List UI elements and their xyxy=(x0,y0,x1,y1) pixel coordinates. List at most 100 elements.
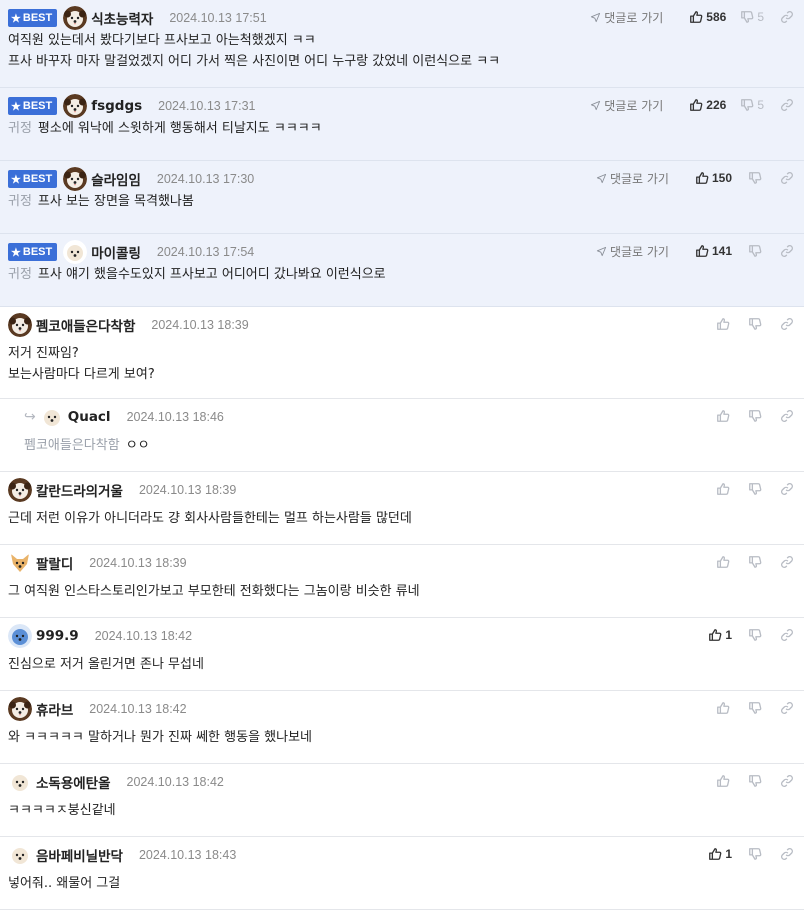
upvote-button[interactable]: 150 xyxy=(695,171,732,185)
downvote-button[interactable] xyxy=(746,409,764,423)
comment-header: ★ BEST 식초능력자 2024.10.13 17:51 xyxy=(8,6,267,30)
upvote-button[interactable] xyxy=(714,555,732,569)
reply-target-name[interactable]: 귀정 xyxy=(8,267,32,282)
comment-text-line: 보는사람마다 다르게 보여? xyxy=(8,364,155,385)
avatar[interactable] xyxy=(8,551,36,575)
avatar[interactable] xyxy=(8,770,36,794)
downvote-button[interactable] xyxy=(746,701,764,715)
thumbs-down-icon xyxy=(748,555,762,569)
link-icon xyxy=(780,774,794,788)
avatar[interactable] xyxy=(63,94,91,118)
reply-target-name[interactable]: 펨코애들은다착함 xyxy=(24,438,120,453)
goto-comment-link[interactable]: 댓글로 가기 xyxy=(590,9,663,26)
downvote-button[interactable] xyxy=(746,774,764,788)
share-link-button[interactable] xyxy=(778,628,796,642)
author-nickname[interactable]: 팔랄디 xyxy=(36,553,73,573)
thumbs-up-icon xyxy=(689,10,703,24)
link-icon xyxy=(780,555,794,569)
upvote-button[interactable] xyxy=(714,317,732,331)
author-nickname[interactable]: 휴라브 xyxy=(36,699,73,719)
comment-actions: 댓글로 가기 586 5 xyxy=(590,8,796,26)
avatar[interactable] xyxy=(8,697,36,721)
thumbs-down-icon xyxy=(748,409,762,423)
upvote-button[interactable]: 226 xyxy=(689,98,726,112)
goto-comment-link[interactable]: 댓글로 가기 xyxy=(596,170,669,187)
author-nickname[interactable]: 소독용에탄올 xyxy=(36,772,111,792)
upvote-button[interactable]: 1 xyxy=(708,847,732,861)
upvote-button[interactable]: 586 xyxy=(689,10,726,24)
avatar[interactable] xyxy=(8,843,36,867)
downvote-button[interactable]: 5 xyxy=(740,10,764,24)
avatar[interactable] xyxy=(8,624,36,648)
author-nickname[interactable]: 식초능력자 xyxy=(91,8,153,28)
comment-text-line: 와 ㅋㅋㅋㅋㅋ 말하거나 뭔가 진짜 쎄한 행동을 했나보네 xyxy=(8,727,312,748)
goto-comment-link[interactable]: 댓글로 가기 xyxy=(596,243,669,260)
avatar[interactable] xyxy=(63,240,91,264)
star-icon: ★ xyxy=(11,12,21,25)
thumbs-up-icon xyxy=(716,482,730,496)
link-icon xyxy=(780,482,794,496)
author-nickname[interactable]: 999.9 xyxy=(36,628,79,644)
author-nickname[interactable]: 마이콜링 xyxy=(91,242,141,262)
share-link-button[interactable] xyxy=(778,10,796,24)
thumbs-down-icon xyxy=(748,774,762,788)
best-badge-label: BEST xyxy=(22,12,53,24)
downvote-button[interactable]: 5 xyxy=(740,98,764,112)
comment-body: 귀정 평소에 워낙에 스윗하게 행동해서 티날지도 ㅋㅋㅋㅋ xyxy=(8,118,322,139)
comment-item: 음바페비닐반닥 2024.10.13 18:43 1 넣어줘.. 왜물어 그걸 xyxy=(0,837,804,910)
share-link-button[interactable] xyxy=(778,244,796,258)
comment-date: 2024.10.13 18:42 xyxy=(94,629,193,643)
upvote-button[interactable] xyxy=(714,701,732,715)
thumbs-up-icon xyxy=(716,317,730,331)
reply-target-name[interactable]: 귀정 xyxy=(8,121,32,136)
best-badge: ★ BEST xyxy=(8,9,58,27)
upvote-button[interactable]: 1 xyxy=(708,628,732,642)
downvote-button[interactable] xyxy=(746,847,764,861)
navigation-arrow-icon xyxy=(590,100,601,111)
author-nickname[interactable]: 음바페비닐반닥 xyxy=(36,845,123,865)
thumbs-up-icon xyxy=(716,555,730,569)
comment-text: 보는사람마다 다르게 보여? xyxy=(8,367,155,382)
reply-target-name[interactable]: 귀정 xyxy=(8,194,32,209)
upvote-button[interactable]: 141 xyxy=(695,244,732,258)
share-link-button[interactable] xyxy=(778,171,796,185)
avatar[interactable] xyxy=(8,313,36,337)
share-link-button[interactable] xyxy=(778,701,796,715)
downvote-button[interactable] xyxy=(746,628,764,642)
downvote-button[interactable] xyxy=(746,244,764,258)
author-nickname[interactable]: Quacl xyxy=(68,409,111,425)
author-nickname[interactable]: 슬라임임 xyxy=(91,169,141,189)
comment-date: 2024.10.13 18:42 xyxy=(89,702,187,716)
share-link-button[interactable] xyxy=(778,409,796,423)
comment-actions: 댓글로 가기 226 5 xyxy=(590,96,796,114)
downvote-button[interactable] xyxy=(746,317,764,331)
avatar[interactable] xyxy=(63,6,91,30)
downvote-button[interactable] xyxy=(746,555,764,569)
comment-date: 2024.10.13 18:39 xyxy=(138,483,237,497)
share-link-button[interactable] xyxy=(778,317,796,331)
author-nickname[interactable]: fsgdgs xyxy=(91,98,142,114)
upvote-button[interactable] xyxy=(714,482,732,496)
downvote-button[interactable] xyxy=(746,171,764,185)
upvote-button[interactable] xyxy=(714,774,732,788)
avatar[interactable] xyxy=(8,478,36,502)
goto-comment-link[interactable]: 댓글로 가기 xyxy=(590,97,663,114)
avatar[interactable] xyxy=(39,405,68,429)
author-nickname[interactable]: 칼란드라의거울 xyxy=(36,480,123,500)
share-link-button[interactable] xyxy=(778,98,796,112)
comment-item: 소독용에탄올 2024.10.13 18:42 ㅋㅋㅋㅋㅈ붕신같네 xyxy=(0,764,804,837)
avatar[interactable] xyxy=(63,167,91,191)
share-link-button[interactable] xyxy=(778,482,796,496)
comment-actions: 댓글로 가기 150 xyxy=(596,169,796,187)
comment-text-line: 근데 저런 이유가 아니더라도 걍 회사사람들한테는 멀프 하는사람들 많던데 xyxy=(8,508,412,529)
author-nickname[interactable]: 펨코애들은다착함 xyxy=(36,315,135,335)
upvote-button[interactable] xyxy=(714,409,732,423)
share-link-button[interactable] xyxy=(778,774,796,788)
share-link-button[interactable] xyxy=(778,555,796,569)
thumbs-up-icon xyxy=(716,701,730,715)
comment-body: 펨코애들은다착함 ㅇㅇ xyxy=(24,435,150,456)
downvote-button[interactable] xyxy=(746,482,764,496)
share-link-button[interactable] xyxy=(778,847,796,861)
comment-text-line: 그 여직원 인스타스토리인가보고 부모한테 전화했다는 그놈이랑 비슷한 류네 xyxy=(8,581,420,602)
thumbs-down-icon xyxy=(748,171,762,185)
